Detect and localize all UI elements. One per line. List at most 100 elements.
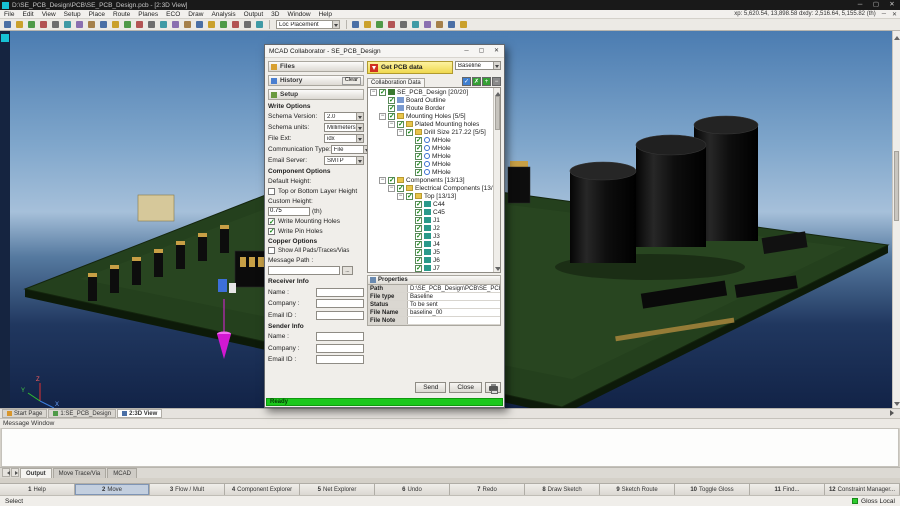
tree-checkbox[interactable]: ✓ — [415, 137, 422, 144]
vertical-scrollbar[interactable] — [892, 31, 900, 408]
expand-all-icon[interactable]: + — [482, 77, 491, 86]
file-ext-select[interactable]: idx — [324, 134, 364, 143]
new-document-icon[interactable] — [2, 19, 13, 30]
sender-email-input[interactable] — [316, 355, 364, 364]
receiver-email-input[interactable] — [316, 311, 364, 320]
plane-icon[interactable] — [242, 19, 253, 30]
dialog-close-icon[interactable]: ✕ — [489, 45, 504, 57]
settings-icon[interactable] — [458, 19, 469, 30]
place-part-icon[interactable] — [206, 19, 217, 30]
fkey-11[interactable]: 11 Find... — [750, 484, 825, 495]
tree-item[interactable]: ✓C45 — [368, 208, 493, 216]
tree-item[interactable]: ✓J4 — [368, 240, 493, 248]
mdi-minimize-icon[interactable]: ─ — [879, 11, 889, 17]
fkey-8[interactable]: 8 Draw Sketch — [525, 484, 600, 495]
save-icon[interactable] — [26, 19, 37, 30]
menu-item-file[interactable]: File — [0, 10, 18, 19]
placement-mode-select[interactable]: Loc Placement — [276, 20, 340, 29]
tree-checkbox[interactable]: ✓ — [415, 257, 422, 264]
cut-icon[interactable] — [50, 19, 61, 30]
collapse-all-icon[interactable]: − — [492, 77, 501, 86]
fkey-9[interactable]: 9 Sketch Route — [600, 484, 675, 495]
tree-item[interactable]: −✓Components [13/13] — [368, 176, 493, 184]
scroll-up-icon[interactable] — [495, 88, 501, 94]
tree-expand-toggle[interactable]: − — [388, 185, 395, 192]
3d-view-icon[interactable] — [410, 19, 421, 30]
minimize-icon[interactable]: ─ — [852, 0, 868, 10]
scrollbar-thumb[interactable] — [495, 96, 500, 130]
write-mounting-holes-checkbox[interactable] — [268, 218, 275, 225]
schema-version-select[interactable]: 2.0 — [324, 112, 364, 121]
tab-scroll-right-icon[interactable] — [889, 410, 896, 417]
tree-checkbox[interactable]: ✓ — [388, 97, 395, 104]
panel-tab-move-trace-via[interactable]: Move Trace/Via — [53, 468, 107, 478]
copy-icon[interactable] — [62, 19, 73, 30]
view-tab-3[interactable]: 2:3D View — [117, 409, 162, 418]
tree-item[interactable]: ✓MHole — [368, 152, 493, 160]
schema-units-select[interactable]: Millimeters — [324, 123, 364, 132]
clear-all-icon[interactable]: ✗ — [472, 77, 481, 86]
close-icon[interactable]: ✕ — [884, 0, 900, 10]
tree-item[interactable]: ✓J5 — [368, 248, 493, 256]
output-window-icon[interactable] — [374, 19, 385, 30]
tree-scrollbar[interactable] — [493, 88, 500, 272]
open-icon[interactable] — [14, 19, 25, 30]
panel-tab-output[interactable]: Output — [20, 468, 52, 478]
add-via-icon[interactable] — [230, 19, 241, 30]
collaboration-data-tab[interactable]: Collaboration Data — [367, 78, 425, 87]
sender-company-input[interactable] — [316, 344, 364, 353]
fkey-5[interactable]: 5 Net Explorer — [300, 484, 375, 495]
tree-checkbox[interactable]: ✓ — [388, 177, 395, 184]
select-mode-icon[interactable] — [110, 19, 121, 30]
tree-checkbox[interactable]: ✓ — [379, 89, 386, 96]
menu-item-eco[interactable]: ECO — [162, 10, 184, 19]
dialog-minimize-icon[interactable]: ─ — [459, 45, 474, 57]
sender-name-input[interactable] — [316, 332, 364, 341]
tree-item[interactable]: −✓Electrical Components [13/13] — [368, 184, 493, 192]
tree-item[interactable]: ✓J3 — [368, 232, 493, 240]
display-control-icon[interactable] — [350, 19, 361, 30]
menu-item-window[interactable]: Window — [283, 10, 314, 19]
tree-checkbox[interactable]: ✓ — [415, 201, 422, 208]
menu-item-help[interactable]: Help — [315, 10, 336, 19]
tree-item[interactable]: ✓MHole — [368, 144, 493, 152]
constraint-icon[interactable] — [386, 19, 397, 30]
show-pads-checkbox[interactable] — [268, 247, 275, 254]
tree-item[interactable]: ✓C44 — [368, 200, 493, 208]
zoom-out-icon[interactable] — [146, 19, 157, 30]
message-window-header[interactable]: Message Window — [0, 418, 900, 428]
menu-item-3d[interactable]: 3D — [267, 10, 283, 19]
filter-icon[interactable] — [446, 19, 457, 30]
tree-checkbox[interactable]: ✓ — [388, 113, 395, 120]
menu-item-edit[interactable]: Edit — [18, 10, 37, 19]
dialog-maximize-icon[interactable]: ▢ — [474, 45, 489, 57]
receiver-company-input[interactable] — [316, 299, 364, 308]
camera-icon[interactable] — [422, 19, 433, 30]
custom-height-input[interactable] — [268, 207, 310, 216]
fkey-3[interactable]: 3 Flow / Mult — [150, 484, 225, 495]
panel-tab-mcad[interactable]: MCAD — [107, 468, 137, 478]
tab-scroll-right-icon[interactable] — [11, 468, 19, 477]
paste-icon[interactable] — [74, 19, 85, 30]
menu-item-route[interactable]: Route — [109, 10, 134, 19]
menu-item-place[interactable]: Place — [85, 10, 109, 19]
tree-expand-toggle[interactable]: − — [379, 177, 386, 184]
title-bar[interactable]: D:\SE_PCB_Design\PCB\SE_PCB_Design.pcb -… — [0, 0, 900, 10]
tree-checkbox[interactable]: ✓ — [415, 265, 422, 272]
tree-checkbox[interactable]: ✓ — [406, 129, 413, 136]
print-button[interactable] — [485, 382, 501, 393]
zoom-fit-icon[interactable] — [158, 19, 169, 30]
tree-expand-toggle[interactable]: − — [379, 113, 386, 120]
highlight-icon[interactable] — [434, 19, 445, 30]
fkey-2[interactable]: 2 Move — [75, 484, 150, 495]
print-icon[interactable] — [38, 19, 49, 30]
write-pin-holes-checkbox[interactable] — [268, 228, 275, 235]
tree-checkbox[interactable]: ✓ — [406, 193, 413, 200]
tree-expand-toggle[interactable]: − — [397, 129, 404, 136]
fkey-6[interactable]: 6 Undo — [375, 484, 450, 495]
select-all-icon[interactable]: ✓ — [462, 77, 471, 86]
clear-button[interactable]: Clear — [342, 77, 361, 85]
route-icon[interactable] — [218, 19, 229, 30]
tree-expand-toggle[interactable]: − — [370, 89, 377, 96]
section-setup[interactable]: Setup — [268, 89, 364, 100]
